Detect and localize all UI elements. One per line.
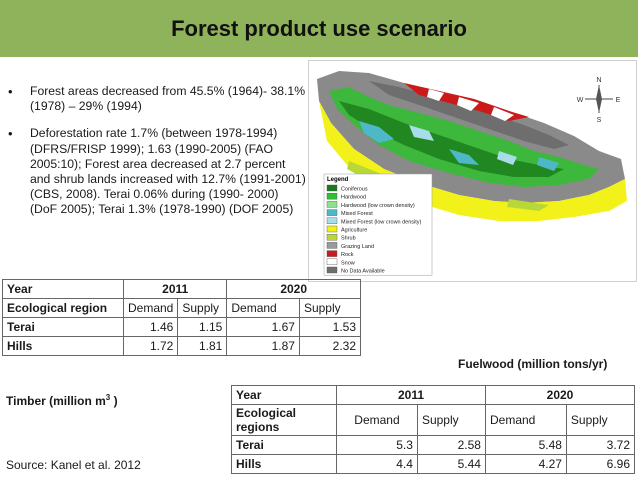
legend-swatch: [326, 192, 338, 200]
table-cell: 1.15: [177, 317, 228, 337]
header-demand: Demand: [484, 404, 567, 436]
compass-w: W: [577, 97, 584, 104]
legend-swatch: [326, 209, 338, 216]
table-cell: 2.58: [416, 435, 486, 455]
header-2020: 2020: [484, 385, 636, 405]
legend-label: Agriculture: [341, 228, 367, 234]
legend-swatch: [326, 258, 338, 266]
legend-title: Legend: [327, 177, 349, 183]
header-year: Year: [231, 385, 337, 405]
bullet-item: Forest areas decreased from 45.5% (1964)…: [8, 84, 308, 114]
legend-swatch: [326, 242, 338, 249]
table-cell: 1.53: [298, 317, 362, 337]
legend-label: Mixed Forest (low crown density): [341, 219, 422, 225]
slide-title: Forest product use scenario: [171, 15, 467, 41]
table-cell: 5.48: [484, 435, 567, 455]
legend-label: Coniferous: [341, 187, 368, 193]
source-citation: Source: Kanel et al. 2012: [6, 458, 141, 472]
table-row: Terai 1.46 1.15 1.67 1.53: [2, 317, 362, 337]
header-year: Year: [2, 279, 124, 299]
bullet-list: Forest areas decreased from 45.5% (1964)…: [8, 84, 308, 230]
fuelwood-label: Fuelwood (million tons/yr): [458, 357, 608, 371]
compass-icon: [585, 85, 613, 113]
table-cell: 1.67: [226, 317, 300, 337]
legend-swatch: [326, 266, 338, 274]
row-region: Terai: [231, 435, 337, 455]
legend-swatch: [326, 184, 338, 192]
legend-swatch: [326, 225, 338, 233]
header-supply: Supply: [416, 404, 486, 436]
legend-label: Hardwood (low crown density): [341, 203, 415, 209]
legend-label: Mixed Forest: [341, 211, 373, 217]
header-supply: Supply: [565, 404, 636, 436]
legend-label: No Data Available: [341, 269, 385, 275]
table-cell: 5.3: [336, 435, 418, 455]
header-demand: Demand: [226, 298, 300, 318]
row-region: Hills: [231, 454, 337, 474]
table-cell: 1.87: [226, 336, 300, 356]
row-region: Hills: [2, 336, 124, 356]
table-cell: 6.96: [565, 454, 636, 474]
compass-n: N: [596, 77, 601, 84]
legend-label: Hardwood: [341, 195, 366, 201]
table-row: Hills 4.4 5.44 4.27 6.96: [231, 454, 636, 474]
table-row: Terai 5.3 2.58 5.48 3.72: [231, 435, 636, 455]
timber-table: Year 2011 2020 Ecological region Demand …: [2, 279, 362, 356]
header-region: Ecological regions: [231, 404, 337, 436]
table-cell: 1.72: [122, 336, 179, 356]
table-cell: 2.32: [298, 336, 362, 356]
timber-label: Timber (million m3 ): [6, 393, 118, 408]
legend-label: Snow: [341, 260, 355, 266]
table-cell: 4.27: [484, 454, 567, 474]
header-2020: 2020: [226, 279, 361, 299]
header-demand: Demand: [122, 298, 179, 318]
map-svg: N S W E Legend Coniferous Hardwood Hardwood…: [317, 71, 627, 276]
compass-s: S: [597, 117, 602, 124]
table-cell: 1.46: [122, 317, 179, 337]
table-cell: 3.72: [565, 435, 636, 455]
legend-label: Grazing Land: [341, 244, 374, 250]
legend-label: Rock: [341, 252, 354, 258]
legend-label: Shrub: [341, 236, 356, 242]
map-legend: Legend Coniferous Hardwood Hardwood (low cr…: [323, 173, 433, 276]
land-cover-map: N S W E Legend Coniferous Hardwood Hardwood…: [308, 60, 637, 282]
header-supply: Supply: [298, 298, 362, 318]
bullet-item: Deforestation rate 1.7% (between 1978-19…: [8, 126, 308, 217]
header-supply: Supply: [177, 298, 228, 318]
table-cell: 5.44: [416, 454, 486, 474]
header-2011: 2011: [122, 279, 228, 299]
table-row: Hills 1.72 1.81 1.87 2.32: [2, 336, 362, 356]
header-2011: 2011: [336, 385, 486, 405]
legend-swatch: [326, 201, 338, 208]
compass-e: E: [616, 97, 621, 104]
legend-swatch: [326, 233, 338, 241]
header-region: Ecological region: [2, 298, 124, 318]
legend-swatch: [326, 217, 338, 225]
header-demand: Demand: [336, 404, 418, 436]
legend-swatch: [326, 250, 338, 257]
fuelwood-table: Year 2011 2020 Ecological regions Demand…: [231, 385, 636, 474]
row-region: Terai: [2, 317, 124, 337]
table-cell: 4.4: [336, 454, 418, 474]
table-cell: 1.81: [177, 336, 228, 356]
title-bar: Forest product use scenario: [0, 0, 638, 57]
